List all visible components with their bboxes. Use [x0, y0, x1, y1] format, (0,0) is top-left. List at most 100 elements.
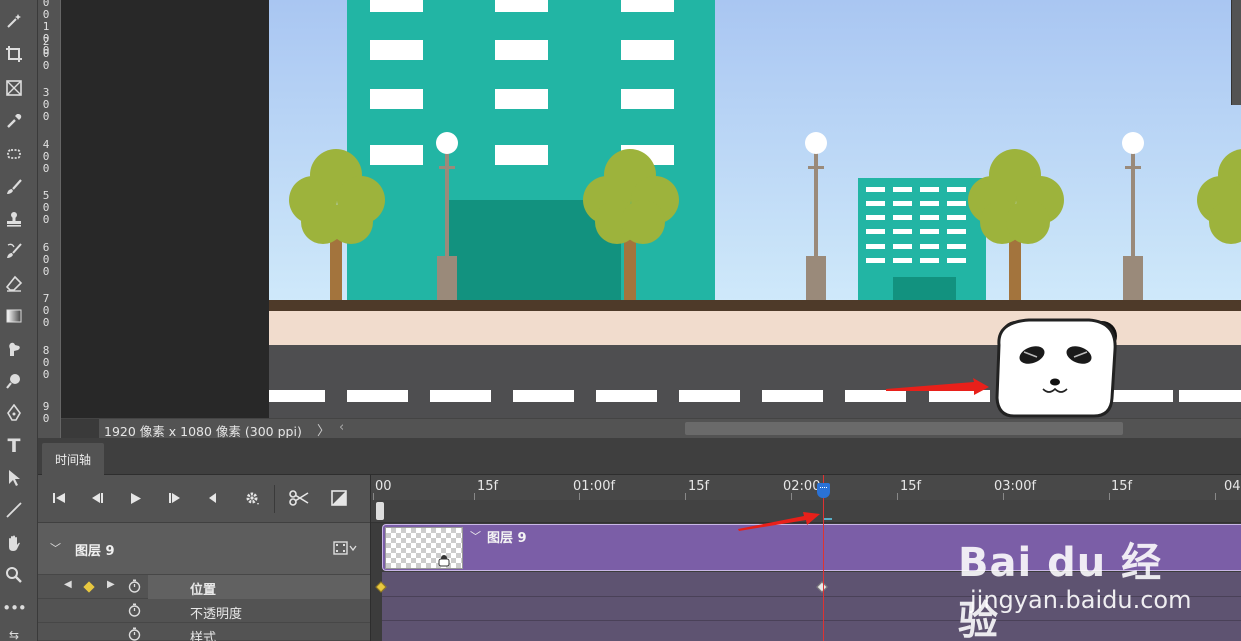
ruler-digit: 0 [42, 213, 50, 226]
spot-healing-icon[interactable] [3, 143, 25, 165]
brush-icon[interactable] [3, 176, 25, 198]
tools-panel: T ••• ⇆ [0, 0, 38, 641]
ruler-tick [373, 493, 374, 500]
property-highlight [148, 575, 370, 599]
ruler-digit: 0 [42, 59, 50, 72]
keyframe-toggle-icon[interactable] [83, 581, 95, 593]
pasteboard [61, 0, 269, 418]
tab-timeline[interactable]: 时间轴 [42, 443, 104, 475]
ruler-digit: 0 [42, 316, 50, 329]
property-label: 样式 [190, 631, 217, 641]
next-frame-icon[interactable] [164, 487, 186, 509]
ruler-tick [897, 493, 898, 500]
property-label: 不透明度 [190, 607, 243, 622]
magic-wand-icon[interactable] [3, 10, 25, 32]
playback-controls [38, 475, 370, 523]
ruler-tick [579, 493, 580, 500]
dodge-icon[interactable] [3, 370, 25, 392]
time-ruler[interactable]: 00 15f 01:00f 15f 02:00 15f 03:00f 15f 04:00 [371, 475, 1241, 500]
ruler-time-label: 02:00 [783, 479, 821, 494]
property-label: 位置 [190, 583, 217, 598]
ruler-digit: 0 [42, 110, 50, 123]
property-row-style[interactable]: 样式 [38, 623, 370, 641]
ruler-tick [1003, 493, 1004, 500]
settings-gear-icon[interactable] [241, 487, 263, 509]
watermark-site: jingyan.baidu.com [970, 586, 1192, 614]
ruler-digit: 0 [42, 265, 50, 278]
status-bar: 1920 像素 x 1080 像素 (300 ppi) 〉 ‹ [61, 418, 1241, 439]
ruler-tick [1109, 493, 1110, 500]
next-keyframe-icon[interactable]: ▶ [107, 579, 115, 590]
zoom-field[interactable] [61, 419, 99, 439]
ruler-tick [791, 493, 792, 500]
vertical-ruler: 0010020030040050060070080090 [38, 0, 61, 440]
ruler-tick [685, 493, 686, 500]
clip-expand-chevron-icon[interactable]: ﹀ [470, 528, 481, 544]
ruler-tick [474, 493, 475, 500]
playhead-grip [820, 487, 827, 489]
ruler-digit: 0 [42, 368, 50, 381]
property-row-opacity[interactable]: 不透明度 [38, 599, 370, 623]
eraser-icon[interactable] [3, 273, 25, 295]
ruler-time-label: 15f [688, 479, 710, 494]
panda-character [995, 318, 1117, 418]
ruler-time-label: 01:00f [573, 479, 616, 494]
layer-row[interactable]: ﹀ 图层 9 [38, 523, 370, 575]
watermark: Bai du 经验 jingyan.baidu.com [958, 510, 1192, 641]
controls-divider [274, 485, 275, 513]
stopwatch-icon[interactable] [126, 578, 142, 594]
scroll-left-icon[interactable]: ‹ [339, 420, 344, 435]
film-strip-menu-icon[interactable] [333, 540, 361, 556]
eyedropper-icon[interactable] [3, 110, 25, 132]
playhead-line [823, 475, 824, 641]
clip-thumbnail [385, 527, 463, 569]
hand-icon[interactable] [3, 532, 25, 554]
property-row-position[interactable]: ◀ ▶ 位置 [38, 575, 370, 599]
crop-icon[interactable] [3, 43, 25, 65]
small-building [858, 178, 986, 300]
ruler-digit: 0 [42, 412, 50, 425]
stamp-icon[interactable] [3, 208, 25, 230]
annotation-arrow-timeline [738, 512, 820, 531]
horizontal-scrollbar[interactable] [685, 422, 1123, 435]
path-select-icon[interactable] [3, 467, 25, 489]
work-area-start-handle[interactable] [376, 502, 384, 520]
status-menu-chevron-icon[interactable]: 〉 [317, 420, 330, 439]
transition-icon[interactable] [328, 487, 350, 509]
type-icon[interactable]: T [3, 435, 25, 457]
layer-name: 图层 9 [75, 544, 115, 559]
playhead-handle[interactable] [817, 483, 830, 498]
tall-building [347, 0, 715, 300]
line-icon[interactable] [3, 499, 25, 521]
ruler-time-label: 15f [900, 479, 922, 494]
previous-keyframe-icon[interactable]: ◀ [64, 579, 72, 590]
history-brush-icon[interactable] [3, 240, 25, 262]
more-icon[interactable]: ••• [2, 597, 27, 619]
document-canvas[interactable] [269, 0, 1241, 418]
ruler-time-label: 04:00 [1224, 479, 1241, 494]
play-icon[interactable] [125, 487, 147, 509]
ruler-time-label: 15f [477, 479, 499, 494]
ruler-time-label: 15f [1111, 479, 1133, 494]
swap-colors-icon[interactable]: ⇆ [3, 624, 25, 641]
ruler-time-label: 03:00f [994, 479, 1037, 494]
panel-tab-bar: 时间轴 [38, 438, 1241, 475]
ruler-tick [1215, 493, 1216, 500]
playhead-marker [824, 518, 832, 520]
stopwatch-icon[interactable] [126, 626, 142, 641]
clip-name: 图层 9 [487, 531, 527, 546]
audio-icon[interactable] [201, 487, 223, 509]
layer-expand-chevron-icon[interactable]: ﹀ [50, 540, 61, 556]
stopwatch-icon[interactable] [126, 602, 142, 618]
gradient-icon[interactable] [3, 305, 25, 327]
ruler-time-label: 00 [375, 479, 392, 494]
previous-frame-icon[interactable] [86, 487, 108, 509]
frame-icon[interactable] [3, 77, 25, 99]
go-to-first-frame-icon[interactable] [48, 487, 70, 509]
right-panel-edge[interactable] [1231, 0, 1241, 105]
split-scissors-icon[interactable] [288, 487, 310, 509]
zoom-icon[interactable] [3, 564, 25, 586]
ruler-digit: 0 [42, 162, 50, 175]
smudge-icon[interactable] [3, 338, 25, 360]
pen-icon[interactable] [3, 402, 25, 424]
